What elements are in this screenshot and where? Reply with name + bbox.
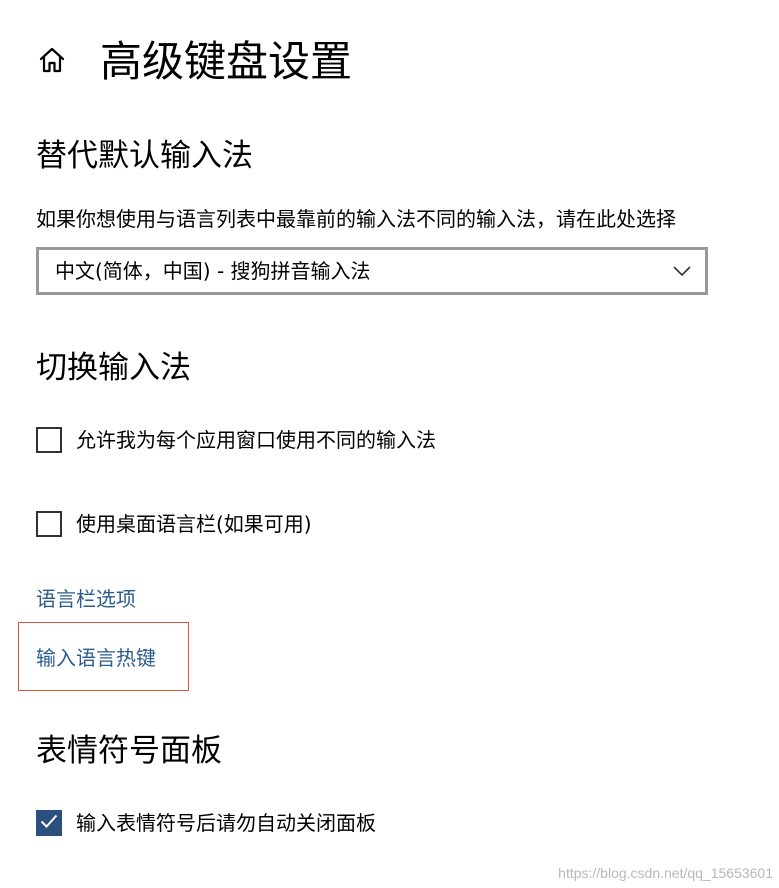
dropdown-selected-value: 中文(简体，中国) - 搜狗拼音输入法 [55,259,371,283]
desktop-language-bar-label: 使用桌面语言栏(如果可用) [76,512,312,536]
home-button[interactable] [34,44,70,80]
per-app-input-label: 允许我为每个应用窗口使用不同的输入法 [76,428,436,452]
input-language-hotkeys-link[interactable]: 输入语言热键 [36,644,156,672]
desktop-language-bar-checkbox-row[interactable]: 使用桌面语言栏(如果可用) [36,508,312,540]
per-app-input-checkbox[interactable] [36,427,62,453]
default-input-description: 如果你想使用与语言列表中最靠前的输入法不同的输入法，请在此处选择 [36,207,676,231]
chevron-down-icon [671,260,693,282]
desktop-language-bar-checkbox[interactable] [36,511,62,537]
language-bar-options-link[interactable]: 语言栏选项 [36,585,136,613]
section-title-emoji-panel: 表情符号面板 [36,733,222,769]
checkmark-icon [39,811,59,835]
page-title: 高级键盘设置 [100,37,353,86]
default-input-method-dropdown[interactable]: 中文(简体，中国) - 搜狗拼音输入法 [36,247,708,295]
section-title-switch-input: 切换输入法 [36,350,191,386]
emoji-panel-checkbox-row[interactable]: 输入表情符号后请勿自动关闭面板 [36,807,376,839]
section-title-default-input: 替代默认输入法 [36,138,253,174]
home-icon [37,45,67,79]
emoji-panel-checkbox[interactable] [36,810,62,836]
watermark: https://blog.csdn.net/qq_15653601 [558,865,773,881]
emoji-panel-label: 输入表情符号后请勿自动关闭面板 [76,811,376,835]
per-app-input-checkbox-row[interactable]: 允许我为每个应用窗口使用不同的输入法 [36,424,436,456]
